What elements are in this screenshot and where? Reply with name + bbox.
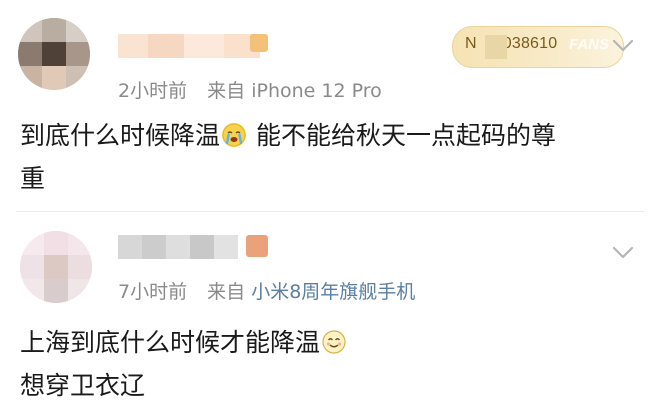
comment-line-2: 想穿卫衣辽	[20, 371, 146, 400]
comment-text: 上海到底什么时候才能降温 想穿卫衣辽	[20, 321, 348, 407]
chevron-down-icon[interactable]	[608, 237, 638, 267]
comment-meta: 7小时前 来自 小米8周年旗舰手机	[118, 277, 415, 304]
fans-number-blur	[485, 35, 507, 59]
comment-line-1b: 能不能给秋天一点起码的尊	[248, 121, 556, 150]
divider	[16, 211, 644, 212]
badge-icon	[246, 235, 268, 257]
crying-face-emoji	[222, 123, 247, 147]
comment-text: 到底什么时候降温 能不能给秋天一点起码的尊 重	[20, 114, 556, 200]
smiling-face-emoji	[322, 330, 346, 354]
chevron-down-icon[interactable]	[608, 30, 638, 60]
timestamp: 2小时前	[118, 80, 188, 102]
timestamp: 7小时前	[118, 281, 188, 303]
fans-label: FANS	[569, 36, 610, 53]
fans-badge[interactable]: N 038610 FANS	[452, 26, 624, 68]
source-prefix: 来自	[207, 281, 246, 303]
avatar[interactable]	[20, 231, 92, 303]
comment-card-2: 7小时前 来自 小米8周年旗舰手机 上海到底什么时候才能降温 想穿卫衣辽	[0, 213, 660, 403]
comment-line-1a: 到底什么时候降温	[20, 121, 221, 150]
comment-card-1: N 038610 FANS 2小时前 来自 iPhone 12 Pro 到底什么时…	[0, 0, 660, 210]
avatar[interactable]	[18, 18, 90, 90]
source-device-link[interactable]: 小米8周年旗舰手机	[251, 281, 415, 303]
source-prefix: 来自	[207, 80, 246, 102]
comment-line-1: 上海到底什么时候才能降温	[20, 328, 321, 357]
comment-line-2: 重	[20, 164, 46, 193]
source-device: iPhone 12 Pro	[251, 80, 382, 102]
comment-meta: 2小时前 来自 iPhone 12 Pro	[118, 76, 382, 103]
badge-icon	[250, 34, 268, 52]
